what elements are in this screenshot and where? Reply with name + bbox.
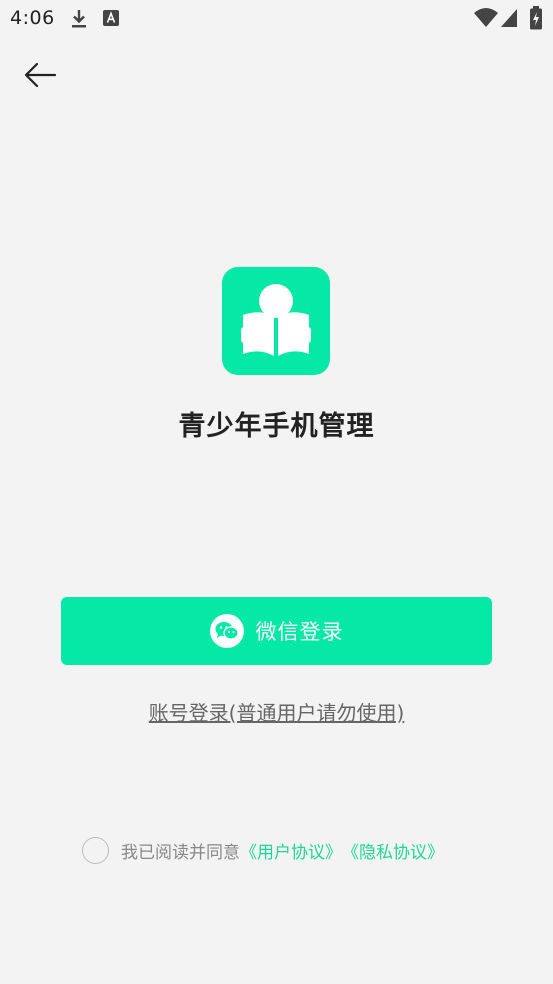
agreement-row: 我已阅读并同意 《用户协议》 《隐私协议》 [82,836,444,864]
app-title: 青少年手机管理 [178,411,375,442]
wifi-icon [474,8,498,32]
account-login-link[interactable]: 账号登录(普通用户请勿使用) [0,697,553,726]
wechat-login-button[interactable]: 微信登录 [61,597,492,665]
download-icon [70,8,88,34]
app-logo [222,267,330,375]
arrow-left-icon [24,62,57,88]
agree-checkbox[interactable] [82,836,109,864]
reader-book-icon [241,284,311,356]
privacy-policy-link[interactable]: 《隐私协议》 [342,838,444,863]
status-time: 4:06 [10,7,55,29]
font-a-icon [103,10,119,30]
signal-icon [500,8,518,32]
user-agreement-link[interactable]: 《用户协议》 [240,838,342,863]
back-button[interactable] [18,55,62,95]
status-bar: 4:06 [0,0,553,38]
battery-charging-icon [529,6,543,34]
wechat-login-label: 微信登录 [255,620,344,644]
wechat-icon [209,614,244,648]
login-screen: 4:06 青少年手机管理 微信登录 账号登录(普通用户请勿使用) 我已阅读并同意… [0,0,553,984]
agree-prefix-text: 我已阅读并同意 [121,842,240,863]
